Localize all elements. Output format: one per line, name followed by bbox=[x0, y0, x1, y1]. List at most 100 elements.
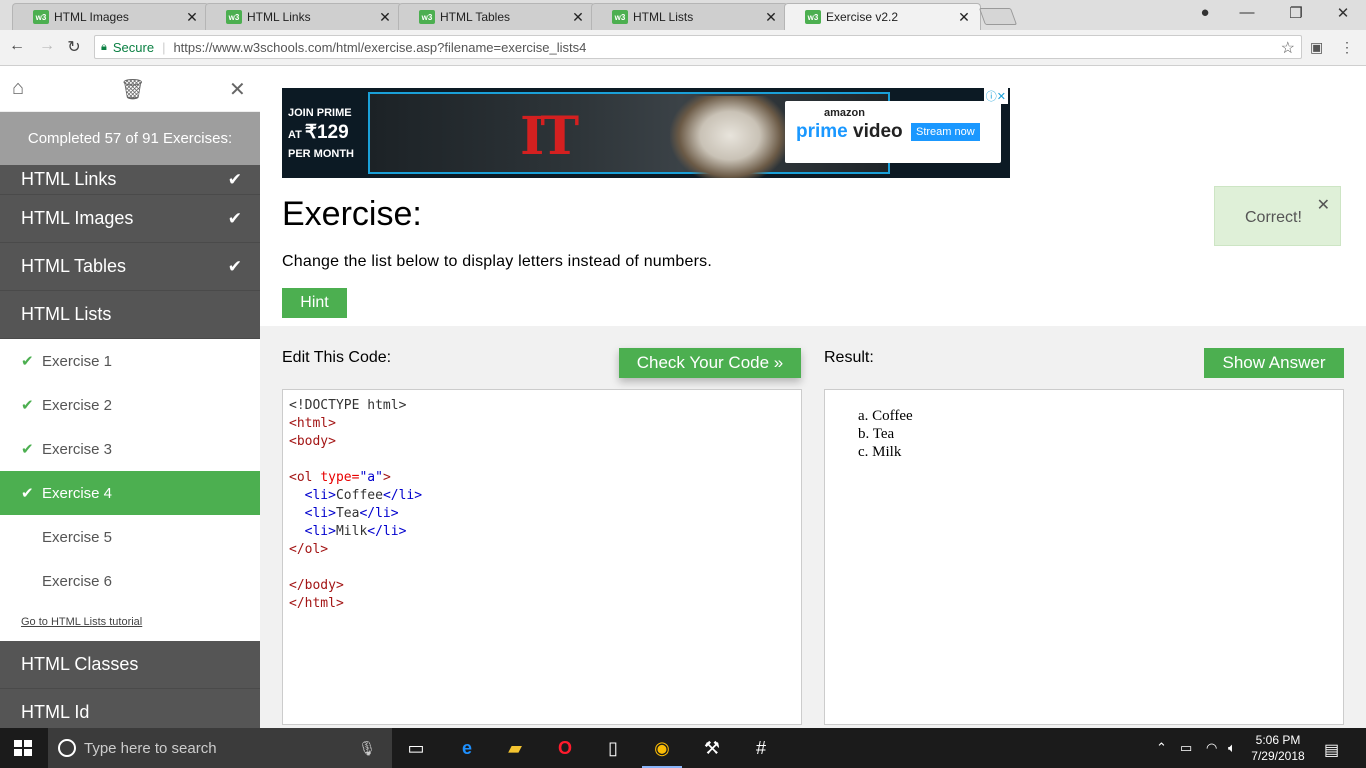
progress-text: Completed 57 of 91 Exercises: bbox=[0, 112, 260, 165]
microphone-icon[interactable]: 🎙︎ bbox=[358, 740, 376, 757]
notepad-icon[interactable]: ▯ bbox=[601, 736, 625, 760]
topic-label: HTML Id bbox=[21, 702, 90, 722]
prime-video-logo: amazon prime video Stream now bbox=[785, 101, 1001, 163]
wifi-icon[interactable]: ◠ bbox=[1206, 740, 1217, 756]
topic-label: HTML Images bbox=[21, 208, 134, 228]
tab-title: HTML Links bbox=[247, 10, 311, 24]
windows-start-icon[interactable] bbox=[14, 740, 32, 756]
sidebar-topic-html-tables[interactable]: HTML Tables ✔ bbox=[0, 243, 260, 291]
topic-label: HTML Classes bbox=[21, 654, 139, 674]
separator: | bbox=[162, 39, 166, 55]
exercise-item-3[interactable]: ✔ Exercise 3 bbox=[0, 427, 260, 471]
tab-title: HTML Lists bbox=[633, 10, 694, 24]
exercise-label: Exercise 2 bbox=[42, 396, 113, 414]
exercise-item-1[interactable]: ✔ Exercise 1 bbox=[0, 339, 260, 383]
close-tab-icon[interactable]: ✕ bbox=[956, 9, 972, 26]
window-close-icon[interactable]: ✕ bbox=[1331, 4, 1355, 22]
home-icon[interactable]: ⌂ bbox=[12, 77, 24, 100]
exercise-label: Exercise 3 bbox=[42, 440, 113, 458]
opera-icon[interactable]: O bbox=[553, 736, 577, 760]
forward-icon[interactable]: → bbox=[36, 37, 58, 55]
reload-icon[interactable]: ↻ bbox=[63, 37, 85, 57]
exercise-item-2[interactable]: ✔ Exercise 2 bbox=[0, 383, 260, 427]
w3schools-favicon-icon: w3 bbox=[419, 10, 435, 24]
windows-taskbar: Type here to search 🎙︎ ▭ e ▰ O ▯ ◉ ⚒ # ⌃… bbox=[0, 728, 1366, 768]
exercise-item-6[interactable]: Exercise 6 bbox=[0, 559, 260, 603]
check-code-button[interactable]: Check Your Code » bbox=[619, 348, 801, 378]
tools-icon[interactable]: ⚒ bbox=[700, 736, 724, 760]
notifications-icon[interactable]: ▤ bbox=[1324, 740, 1339, 760]
show-hidden-icons-icon[interactable]: ⌃ bbox=[1156, 740, 1167, 756]
topic-label: HTML Links bbox=[21, 169, 117, 189]
hint-button[interactable]: Hint bbox=[282, 288, 347, 318]
exercise-description: Change the list below to display letters… bbox=[282, 253, 713, 270]
close-tab-icon[interactable]: ✕ bbox=[377, 9, 393, 26]
code-editor[interactable]: <!DOCTYPE html> <html> <body> <ol type="… bbox=[282, 389, 802, 725]
sidebar-topic-html-links[interactable]: HTML Links ✔ bbox=[0, 165, 260, 195]
sidebar-topic-html-images[interactable]: HTML Images ✔ bbox=[0, 195, 260, 243]
edge-icon[interactable]: e bbox=[455, 736, 479, 760]
correct-notice: Correct! ✕ bbox=[1214, 186, 1341, 246]
w3schools-favicon-icon: w3 bbox=[612, 10, 628, 24]
check-icon: ✔ bbox=[21, 353, 34, 370]
clock-time: 5:06 PM bbox=[1255, 733, 1301, 747]
minimize-icon[interactable]: — bbox=[1235, 4, 1259, 21]
exercise-item-4[interactable]: ✔ Exercise 4 bbox=[0, 471, 260, 515]
search-placeholder: Type here to search bbox=[84, 739, 217, 757]
extension-icon[interactable]: ▣ bbox=[1310, 39, 1323, 56]
menu-kebab-icon[interactable]: ⋮ bbox=[1340, 39, 1354, 56]
address-bar[interactable]: 🔒︎ Secure | https://www.w3schools.com/ht… bbox=[94, 35, 1302, 59]
close-icon[interactable]: ✕ bbox=[1317, 195, 1330, 215]
browser-tab-strip: w3 HTML Images ✕ w3 HTML Links ✕ w3 HTML… bbox=[0, 0, 1366, 30]
chrome-icon[interactable]: ◉ bbox=[650, 736, 674, 760]
exercise-sidebar: ⌂ 🗑︎ ✕ Completed 57 of 91 Exercises: HTM… bbox=[0, 67, 260, 728]
ad-info-icon[interactable]: ⓘ✕ bbox=[983, 88, 1008, 104]
result-label: Result: bbox=[824, 349, 874, 366]
ad-line: AT ₹129 bbox=[288, 122, 349, 143]
list-item: c. Milk bbox=[858, 444, 902, 460]
close-icon[interactable]: ✕ bbox=[229, 77, 246, 102]
tab-html-links[interactable]: w3 HTML Links ✕ bbox=[205, 3, 402, 30]
close-tab-icon[interactable]: ✕ bbox=[570, 9, 586, 26]
topic-label: HTML Tables bbox=[21, 256, 127, 276]
taskbar-search-box[interactable]: Type here to search 🎙︎ bbox=[48, 728, 392, 768]
sidebar-topic-html-classes[interactable]: HTML Classes bbox=[0, 641, 260, 689]
task-view-icon[interactable]: ▭ bbox=[404, 736, 428, 760]
tab-html-images[interactable]: w3 HTML Images ✕ bbox=[12, 3, 209, 30]
volume-icon[interactable]: 🔈︎ bbox=[1228, 740, 1236, 756]
exercise-list: ✔ Exercise 1 ✔ Exercise 2 ✔ Exercise 3 ✔… bbox=[0, 339, 260, 641]
edit-code-label: Edit This Code: bbox=[282, 349, 392, 366]
check-icon: ✔ bbox=[227, 208, 242, 228]
check-icon: ✔ bbox=[227, 256, 242, 276]
check-icon: ✔ bbox=[21, 485, 34, 502]
profile-icon[interactable]: ● bbox=[1193, 4, 1217, 21]
close-tab-icon[interactable]: ✕ bbox=[184, 9, 200, 26]
system-clock[interactable]: 5:06 PM 7/29/2018 bbox=[1248, 732, 1308, 764]
slack-icon[interactable]: # bbox=[749, 736, 773, 760]
w3schools-favicon-icon: w3 bbox=[33, 10, 49, 24]
restore-icon[interactable]: ❐ bbox=[1284, 4, 1308, 22]
exercise-label: Exercise 4 bbox=[42, 484, 113, 502]
trash-icon[interactable]: 🗑︎ bbox=[120, 77, 145, 102]
tab-title: HTML Tables bbox=[440, 10, 511, 24]
file-explorer-icon[interactable]: ▰ bbox=[503, 736, 527, 760]
tutorial-link[interactable]: Go to HTML Lists tutorial bbox=[0, 603, 260, 641]
tab-exercise[interactable]: w3 Exercise v2.2 ✕ bbox=[784, 3, 981, 30]
close-tab-icon[interactable]: ✕ bbox=[763, 9, 779, 26]
bookmark-star-icon[interactable]: ☆ bbox=[1281, 38, 1295, 58]
url-text[interactable]: https://www.w3schools.com/html/exercise.… bbox=[173, 40, 586, 55]
result-list: a. Coffee b. Tea c. Milk bbox=[858, 407, 913, 461]
exercise-label: Exercise 1 bbox=[42, 352, 113, 370]
sidebar-topic-html-lists[interactable]: HTML Lists bbox=[0, 291, 260, 339]
page-title: Exercise: bbox=[282, 195, 422, 233]
exercise-item-5[interactable]: Exercise 5 bbox=[0, 515, 260, 559]
show-answer-button[interactable]: Show Answer bbox=[1204, 348, 1344, 378]
battery-icon[interactable]: ▭ bbox=[1180, 740, 1192, 756]
ad-stream-button[interactable]: Stream now bbox=[911, 123, 980, 141]
tab-html-tables[interactable]: w3 HTML Tables ✕ bbox=[398, 3, 595, 30]
sidebar-topic-html-id[interactable]: HTML Id bbox=[0, 689, 260, 728]
back-icon[interactable]: ← bbox=[6, 37, 28, 55]
advertisement-banner[interactable]: JOIN PRIME AT ₹129 PER MONTH IT amazon p… bbox=[282, 88, 1010, 178]
tab-html-lists[interactable]: w3 HTML Lists ✕ bbox=[591, 3, 788, 30]
new-tab-button[interactable] bbox=[978, 8, 1018, 25]
